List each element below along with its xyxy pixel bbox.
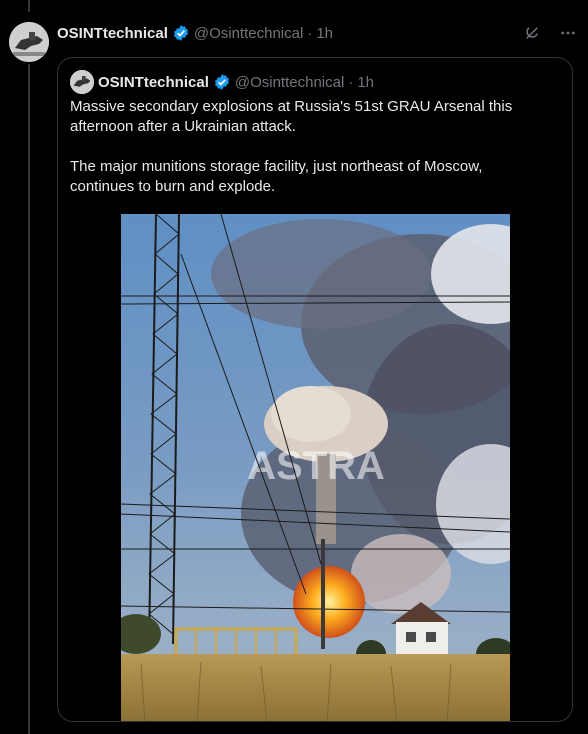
quoted-post[interactable]: OSINTtechnical @Osinttechnical · 1h Mass… (57, 57, 573, 722)
separator: · (307, 24, 313, 42)
grok-icon[interactable] (522, 23, 542, 43)
separator: · (348, 73, 354, 91)
quoted-text-paragraph-2: The major munitions storage facility, ju… (70, 158, 483, 195)
quoted-text-paragraph-1: Massive secondary explosions at Russia's… (70, 98, 513, 135)
thread-line-top (28, 0, 30, 12)
author-name[interactable]: OSINTtechnical (57, 25, 168, 42)
quoted-avatar (70, 70, 94, 94)
avatar[interactable] (9, 22, 49, 62)
verified-badge-icon (213, 73, 231, 91)
media-image[interactable]: ASTRA (121, 214, 510, 721)
timestamp[interactable]: 1h (316, 25, 333, 42)
quoted-text: Massive secondary explosions at Russia's… (70, 97, 550, 217)
author-handle[interactable]: @Osinttechnical (194, 25, 303, 42)
post-header: OSINTtechnical @Osinttechnical · 1h (57, 22, 578, 44)
quoted-header: OSINTtechnical @Osinttechnical · 1h (70, 70, 374, 94)
more-icon[interactable] (558, 23, 578, 43)
verified-badge-icon (172, 24, 190, 42)
quoted-timestamp: 1h (357, 73, 374, 91)
media-watermark: ASTRA (247, 444, 385, 488)
quoted-author-handle: @Osinttechnical (234, 73, 345, 91)
quoted-author-name: OSINTtechnical (98, 73, 209, 91)
thread-line (28, 64, 30, 734)
